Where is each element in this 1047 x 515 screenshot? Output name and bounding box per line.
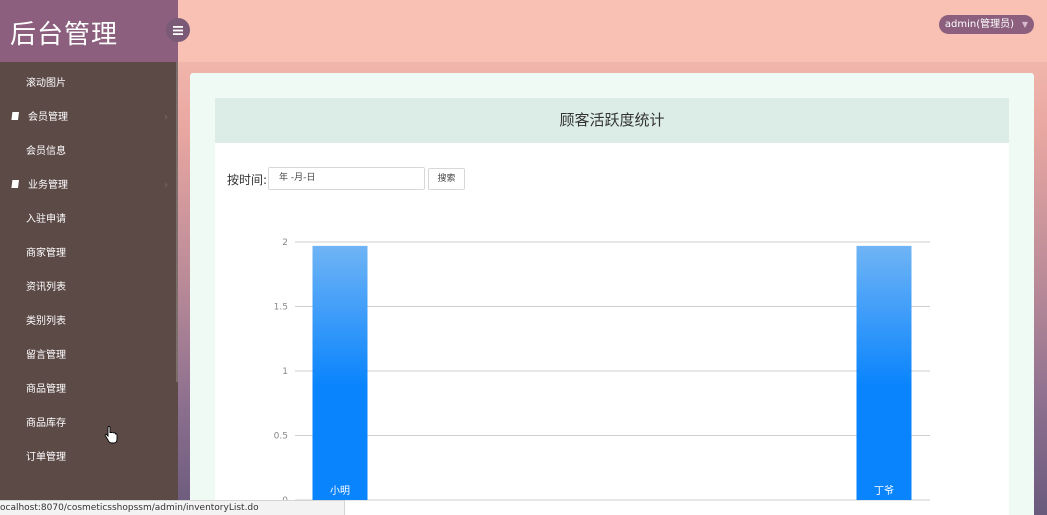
sidebar-scrollbar[interactable] [176, 62, 178, 382]
brand-header: 后台管理 [0, 0, 178, 62]
sidebar: 后台管理 滚动图片会员管理 › 会员信息业务管理 › 入驻申请商家管理资讯列表类别列表留… [0, 0, 178, 515]
sidebar-item[interactable]: 留言管理 [0, 339, 178, 373]
bar-1[interactable] [856, 245, 912, 500]
sidebar-item-label: 订单管理 [26, 452, 66, 463]
chevron-right-icon: › [164, 112, 168, 123]
sidebar-item-label: 资讯列表 [26, 282, 66, 293]
chevron-down-icon: ▼ [1021, 20, 1028, 29]
bar-category-label: 丁爷 [874, 484, 894, 497]
date-input[interactable]: 年 -月-日 [268, 167, 425, 190]
sidebar-item-label: 滚动图片 [26, 78, 66, 89]
y-tick-label: 0.5 [274, 432, 288, 442]
status-url: ocalhost:8070/cosmeticsshopssm/admin/inv… [0, 503, 259, 513]
search-button[interactable]: 搜索 [428, 168, 465, 190]
brand-title: 后台管理 [10, 20, 119, 50]
sidebar-menu: 滚动图片会员管理 › 会员信息业务管理 › 入驻申请商家管理资讯列表类别列表留言管理商品… [0, 67, 178, 475]
activity-bar-chart: 00.511.52小明丁爷 [274, 238, 930, 506]
browser-status-bar: ocalhost:8070/cosmeticsshopssm/admin/inv… [0, 500, 345, 515]
book-icon [10, 179, 19, 189]
panel-title: 顾客活跃度统计 [215, 98, 1009, 143]
sidebar-item-label: 会员信息 [26, 146, 66, 157]
sidebar-item[interactable]: 商品管理 [0, 373, 178, 407]
bar-0[interactable] [312, 245, 368, 500]
hamburger-icon [173, 25, 183, 35]
sidebar-item[interactable]: 资讯列表 [0, 271, 178, 305]
sidebar-item[interactable]: 商家管理 [0, 237, 178, 271]
sidebar-item[interactable]: 滚动图片 [0, 67, 178, 101]
y-tick-label: 2 [282, 238, 288, 248]
filter-label: 按时间: [227, 173, 268, 187]
sidebar-item-label: 会员管理 [28, 112, 68, 123]
sidebar-item-label: 入驻申请 [26, 214, 66, 225]
y-tick-label: 1 [282, 367, 288, 377]
top-header: admin(管理员) ▼ [178, 0, 1047, 62]
sidebar-toggle-button[interactable] [166, 18, 190, 42]
sidebar-item-label: 留言管理 [26, 350, 66, 361]
user-menu-button[interactable]: admin(管理员) ▼ [938, 15, 1034, 34]
y-tick-label: 1.5 [274, 303, 288, 313]
sidebar-item[interactable]: 入驻申请 [0, 203, 178, 237]
sidebar-group[interactable]: 业务管理 › [0, 169, 178, 203]
sidebar-item-label: 商家管理 [26, 248, 66, 259]
sidebar-item[interactable]: 类别列表 [0, 305, 178, 339]
sidebar-item-label: 业务管理 [28, 180, 68, 191]
user-menu-label: admin(管理员) [944, 19, 1014, 30]
sidebar-item[interactable]: 订单管理 [0, 441, 178, 475]
sidebar-item-label: 商品库存 [26, 418, 66, 429]
chevron-right-icon: › [164, 180, 168, 191]
sidebar-item[interactable]: 商品库存 [0, 407, 178, 441]
sidebar-item[interactable]: 会员信息 [0, 135, 178, 169]
sidebar-group[interactable]: 会员管理 › [0, 101, 178, 135]
sidebar-item-label: 商品管理 [26, 384, 66, 395]
book-icon [10, 111, 19, 121]
sidebar-item-label: 类别列表 [26, 316, 66, 327]
bar-category-label: 小明 [330, 485, 350, 497]
hand-cursor-icon [104, 426, 118, 444]
